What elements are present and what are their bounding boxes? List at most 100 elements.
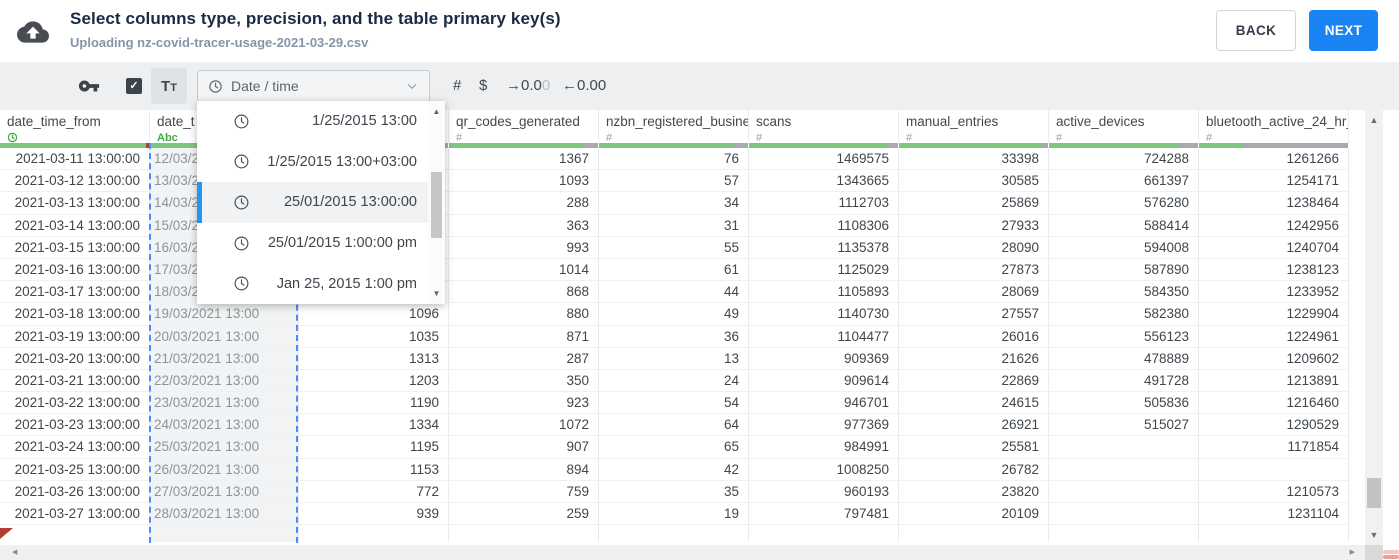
table-cell: 1125029: [749, 258, 899, 282]
scroll-down-icon[interactable]: ▼: [428, 289, 445, 298]
number-type-indicator: #: [606, 131, 613, 144]
column-header-date_time_from[interactable]: date_time_from: [0, 110, 150, 143]
increase-decimals-button[interactable]: ←0.00: [562, 62, 606, 110]
table-cell: 923: [449, 392, 599, 415]
format-option-label: 25/01/2015 1:00:00 pm: [267, 235, 417, 252]
table-cell: 2021-03-22 13:00:00: [0, 392, 150, 415]
format-option[interactable]: 1/25/2015 13:00: [197, 101, 428, 142]
table-cell: [449, 525, 599, 543]
table-cell: 724288: [1049, 148, 1199, 171]
column-header-active_devices[interactable]: active_devices #: [1049, 110, 1199, 143]
table-cell: 1213891: [1199, 369, 1349, 393]
table-cell: 2021-03-12 13:00:00: [0, 170, 150, 193]
table-cell: 287: [449, 347, 599, 370]
table-cell: 576280: [1049, 192, 1199, 215]
menu-scrollbar[interactable]: ▲ ▼: [428, 101, 445, 304]
table-cell: 55: [599, 236, 749, 259]
table-cell: 772: [299, 480, 449, 503]
table-cell: 28/03/2021 13:00: [150, 503, 299, 526]
table-cell: 797481: [749, 503, 899, 526]
table-cell: 1203: [299, 369, 449, 393]
table-cell: [1199, 525, 1349, 543]
back-button[interactable]: BACK: [1216, 10, 1296, 51]
datetime-format-select[interactable]: Date / time: [197, 70, 430, 102]
table-cell: 588414: [1049, 214, 1199, 237]
table-cell: 2021-03-18 13:00:00: [0, 303, 150, 326]
format-option[interactable]: 25/01/2015 1:00:00 pm: [197, 223, 428, 264]
clock-icon: [234, 276, 249, 291]
menu-scrollbar-thumb[interactable]: [431, 172, 442, 238]
scroll-up-icon[interactable]: ▲: [428, 107, 445, 116]
scroll-down-icon[interactable]: ▼: [1365, 530, 1383, 540]
table-cell: 31: [599, 214, 749, 237]
format-option[interactable]: Jan 25, 2015 1:00 pm: [197, 263, 428, 304]
column-header-nzbn_registered_busine[interactable]: nzbn_registered_busine #: [599, 110, 749, 143]
table-cell: 1195: [299, 436, 449, 459]
table-cell: 584350: [1049, 281, 1199, 304]
table-row: 2021-03-21 13:00:00 22/03/2021 13:00 1203 3…: [0, 369, 1349, 393]
horizontal-scrollbar[interactable]: ◀ ▶: [0, 545, 1365, 560]
column-header-manual_entries[interactable]: manual_entries #: [899, 110, 1049, 143]
scrollbar-corner: [1365, 545, 1383, 560]
column-name: nzbn_registered_busine: [606, 114, 749, 129]
table-cell: 1229904: [1199, 303, 1349, 326]
table-cell: 1367: [449, 148, 599, 171]
format-option[interactable]: 1/25/2015 13:00+03:00: [197, 142, 428, 183]
checkmark-icon: ✓: [129, 79, 139, 92]
table-cell: 2021-03-19 13:00:00: [0, 325, 150, 348]
table-cell: 1014: [449, 258, 599, 282]
table-cell: 49: [599, 303, 749, 326]
number-type-indicator: #: [906, 131, 913, 144]
table-cell: 505836: [1049, 392, 1199, 415]
table-cell: 30585: [899, 170, 1049, 193]
vertical-scrollbar[interactable]: ▲ ▼: [1365, 110, 1383, 545]
table-cell: 19: [599, 503, 749, 526]
clock-icon: [234, 195, 249, 210]
table-cell: 61: [599, 258, 749, 282]
scroll-left-icon[interactable]: ◀: [12, 545, 17, 560]
table-cell: 1093: [449, 170, 599, 193]
table-cell: 515027: [1049, 414, 1199, 437]
table-cell: 22/03/2021 13:00: [150, 369, 299, 393]
table-cell: 33398: [899, 148, 1049, 171]
table-cell: 1153: [299, 458, 449, 481]
table-cell: 27933: [899, 214, 1049, 237]
column-header-scans[interactable]: scans #: [749, 110, 899, 143]
table-cell: 21/03/2021 13:00: [150, 347, 299, 370]
column-header-bluetooth_active_24_hr_[interactable]: bluetooth_active_24_hr_ #: [1199, 110, 1349, 143]
table-cell: 28090: [899, 236, 1049, 259]
table-cell: 26782: [899, 458, 1049, 481]
table-cell: 907: [449, 436, 599, 459]
table-row: 2021-03-18 13:00:00 19/03/2021 13:00 1096 8…: [0, 303, 1349, 326]
table-cell: 1233952: [1199, 281, 1349, 304]
scroll-up-icon[interactable]: ▲: [1365, 115, 1383, 125]
vertical-scrollbar-thumb[interactable]: [1367, 478, 1381, 508]
clock-icon: [234, 236, 249, 251]
boolean-type-checkbox[interactable]: ✓: [126, 78, 142, 94]
table-cell: 1343665: [749, 170, 899, 193]
text-type-button[interactable]: Tt: [151, 68, 187, 104]
column-header-qr_codes_generated[interactable]: qr_codes_generated #: [449, 110, 599, 143]
table-row-empty: [0, 525, 1349, 543]
scroll-right-icon[interactable]: ▶: [1350, 545, 1355, 560]
currency-type-button[interactable]: $: [479, 62, 487, 110]
error-flag-icon: [0, 526, 13, 539]
table-row: 2021-03-25 13:00:00 26/03/2021 13:00 1153 8…: [0, 458, 1349, 481]
primary-key-icon[interactable]: [78, 75, 100, 97]
table-cell: 27/03/2021 13:00: [150, 480, 299, 503]
format-option[interactable]: 25/01/2015 13:00:00: [197, 182, 428, 223]
number-type-indicator: #: [1056, 131, 1063, 144]
table-cell: [0, 525, 150, 543]
table-cell: 1135378: [749, 236, 899, 259]
table-cell: 946701: [749, 392, 899, 415]
table-cell: 582380: [1049, 303, 1199, 326]
table-cell: 939: [299, 503, 449, 526]
table-cell: 259: [449, 503, 599, 526]
decrease-decimals-button[interactable]: →0.00: [506, 62, 550, 110]
next-button[interactable]: NEXT: [1309, 10, 1378, 51]
table-cell: 23/03/2021 13:00: [150, 392, 299, 415]
table-cell: 1240704: [1199, 236, 1349, 259]
table-cell: 42: [599, 458, 749, 481]
table-cell: 2021-03-20 13:00:00: [0, 347, 150, 370]
number-type-button[interactable]: #: [453, 62, 461, 110]
